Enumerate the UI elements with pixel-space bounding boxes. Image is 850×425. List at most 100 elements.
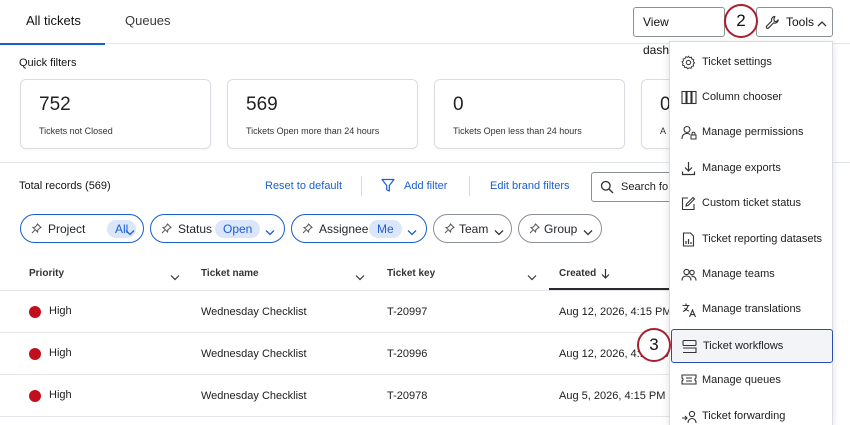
quick-filter-card[interactable]: 752 Tickets not Closed bbox=[20, 79, 211, 149]
chevron-up-icon bbox=[817, 17, 827, 31]
filter-icon bbox=[381, 178, 395, 196]
menu-item-manage-permissions[interactable]: Manage permissions bbox=[670, 116, 832, 150]
menu-item-label: Manage teams bbox=[702, 268, 775, 280]
menu-item-label: Ticket workflows bbox=[703, 340, 784, 352]
menu-item-ticket-forwarding[interactable]: Ticket forwarding bbox=[670, 400, 832, 425]
cell-priority: High bbox=[49, 347, 72, 359]
column-header-ticket-key[interactable]: Ticket key bbox=[387, 268, 435, 279]
cell-priority: High bbox=[49, 389, 72, 401]
search-input[interactable]: Search fo bbox=[591, 172, 681, 202]
menu-item-label: Manage translations bbox=[702, 303, 802, 315]
card-caption: Tickets Open more than 24 hours bbox=[246, 126, 380, 136]
chip-label: Status bbox=[178, 222, 213, 236]
menu-item-label: Manage permissions bbox=[702, 126, 804, 138]
forward-user-icon bbox=[681, 409, 697, 425]
translate-icon bbox=[681, 302, 697, 321]
pin-icon bbox=[31, 223, 42, 237]
filter-chip-assignee[interactable]: Assignee Me bbox=[291, 214, 427, 243]
menu-item-label: Custom ticket status bbox=[702, 197, 802, 209]
chip-value: Me bbox=[369, 220, 402, 238]
card-value: 0 bbox=[453, 94, 464, 115]
filter-chip-group[interactable]: Group bbox=[518, 214, 602, 243]
cell-ticket-name: Wednesday Checklist bbox=[201, 390, 307, 402]
header-divider bbox=[0, 290, 670, 291]
chip-label: Project bbox=[48, 222, 86, 236]
download-icon bbox=[681, 161, 696, 179]
priority-high-dot bbox=[29, 348, 41, 360]
menu-item-label: Ticket reporting datasets bbox=[702, 233, 823, 245]
menu-item-label: Ticket forwarding bbox=[702, 410, 786, 422]
chevron-down-icon[interactable] bbox=[170, 270, 180, 284]
add-filter-button[interactable]: Add filter bbox=[404, 180, 447, 192]
menu-item-manage-queues[interactable]: Manage queues bbox=[670, 364, 832, 398]
quick-filters-title: Quick filters bbox=[19, 57, 77, 69]
reset-to-default-link[interactable]: Reset to default bbox=[265, 180, 342, 192]
cell-ticket-key: T-20997 bbox=[387, 306, 428, 318]
chip-label: Group bbox=[544, 222, 578, 236]
card-value: 569 bbox=[246, 94, 278, 115]
menu-item-ticket-workflows[interactable]: Ticket workflows bbox=[671, 329, 833, 363]
edit-brand-filters-link[interactable]: Edit brand filters bbox=[490, 180, 569, 192]
pin-icon bbox=[302, 223, 313, 237]
menu-item-manage-translations[interactable]: Manage translations bbox=[670, 293, 832, 327]
menu-item-label: Manage queues bbox=[702, 374, 781, 386]
edit-icon bbox=[681, 196, 696, 214]
sorted-column-indicator bbox=[549, 288, 670, 290]
cell-ticket-key: T-20978 bbox=[387, 390, 428, 402]
column-header-priority[interactable]: Priority bbox=[29, 268, 64, 279]
column-header-ticket-name[interactable]: Ticket name bbox=[201, 268, 259, 279]
step-marker-3: 3 bbox=[637, 328, 671, 362]
chip-label: Team bbox=[459, 222, 489, 236]
pin-icon bbox=[161, 223, 172, 237]
chevron-down-icon[interactable] bbox=[527, 270, 537, 284]
report-icon bbox=[681, 232, 696, 250]
menu-item-column-chooser[interactable]: Column chooser bbox=[670, 81, 832, 115]
gear-icon bbox=[681, 55, 696, 73]
pin-icon bbox=[529, 223, 540, 237]
chevron-down-icon bbox=[494, 225, 504, 239]
tools-button[interactable]: Tools bbox=[756, 7, 833, 37]
chevron-down-icon bbox=[125, 225, 135, 239]
total-records: Total records (569) bbox=[19, 180, 111, 192]
priority-high-dot bbox=[29, 390, 41, 402]
wrench-icon bbox=[765, 15, 780, 33]
cell-created: Aug 5, 2026, 4:15 PM bbox=[559, 390, 666, 402]
tab-queues[interactable]: Queues bbox=[125, 0, 171, 44]
menu-item-manage-exports[interactable]: Manage exports bbox=[670, 152, 832, 186]
user-lock-icon bbox=[681, 125, 697, 143]
filter-chip-project[interactable]: Project All bbox=[20, 214, 144, 243]
cell-created: Aug 12, 2026, 4:15 PM bbox=[559, 306, 672, 318]
chevron-down-icon bbox=[265, 225, 275, 239]
menu-item-label: Manage exports bbox=[702, 162, 781, 174]
cell-ticket-name: Wednesday Checklist bbox=[201, 348, 307, 360]
ticket-icon bbox=[681, 373, 697, 389]
menu-item-label: Column chooser bbox=[702, 91, 783, 103]
view-dashboard-button[interactable]: View dashboard bbox=[633, 7, 725, 57]
row-divider bbox=[0, 332, 670, 333]
cell-priority: High bbox=[49, 305, 72, 317]
toolbar-divider bbox=[469, 176, 470, 196]
sort-descending-icon[interactable] bbox=[601, 268, 610, 282]
workflow-icon bbox=[682, 339, 698, 357]
pin-icon bbox=[444, 223, 455, 237]
card-caption: A bbox=[660, 126, 667, 136]
quick-filter-card[interactable]: 569 Tickets Open more than 24 hours bbox=[227, 79, 418, 149]
chevron-down-icon bbox=[583, 225, 593, 239]
column-header-created[interactable]: Created bbox=[559, 268, 596, 279]
menu-item-custom-ticket-status[interactable]: Custom ticket status bbox=[670, 187, 832, 221]
filter-chip-team[interactable]: Team bbox=[433, 214, 512, 243]
menu-item-label: Ticket settings bbox=[702, 56, 772, 68]
menu-item-ticket-settings[interactable]: Ticket settings bbox=[670, 46, 832, 80]
chevron-down-icon[interactable] bbox=[355, 270, 365, 284]
tab-all-tickets[interactable]: All tickets bbox=[0, 0, 105, 45]
tools-menu: Ticket settings Column chooser Manage pe… bbox=[669, 41, 833, 425]
quick-filter-card[interactable]: 0 Tickets Open less than 24 hours bbox=[434, 79, 625, 149]
chip-value: Open bbox=[215, 220, 261, 238]
row-divider bbox=[0, 416, 670, 417]
menu-item-ticket-reporting-datasets[interactable]: Ticket reporting datasets bbox=[670, 223, 832, 257]
menu-item-manage-teams[interactable]: Manage teams bbox=[670, 258, 832, 292]
chevron-down-icon bbox=[407, 225, 417, 239]
filter-chip-status[interactable]: Status Open bbox=[150, 214, 285, 243]
columns-icon bbox=[681, 90, 697, 108]
card-caption: Tickets not Closed bbox=[39, 126, 113, 136]
